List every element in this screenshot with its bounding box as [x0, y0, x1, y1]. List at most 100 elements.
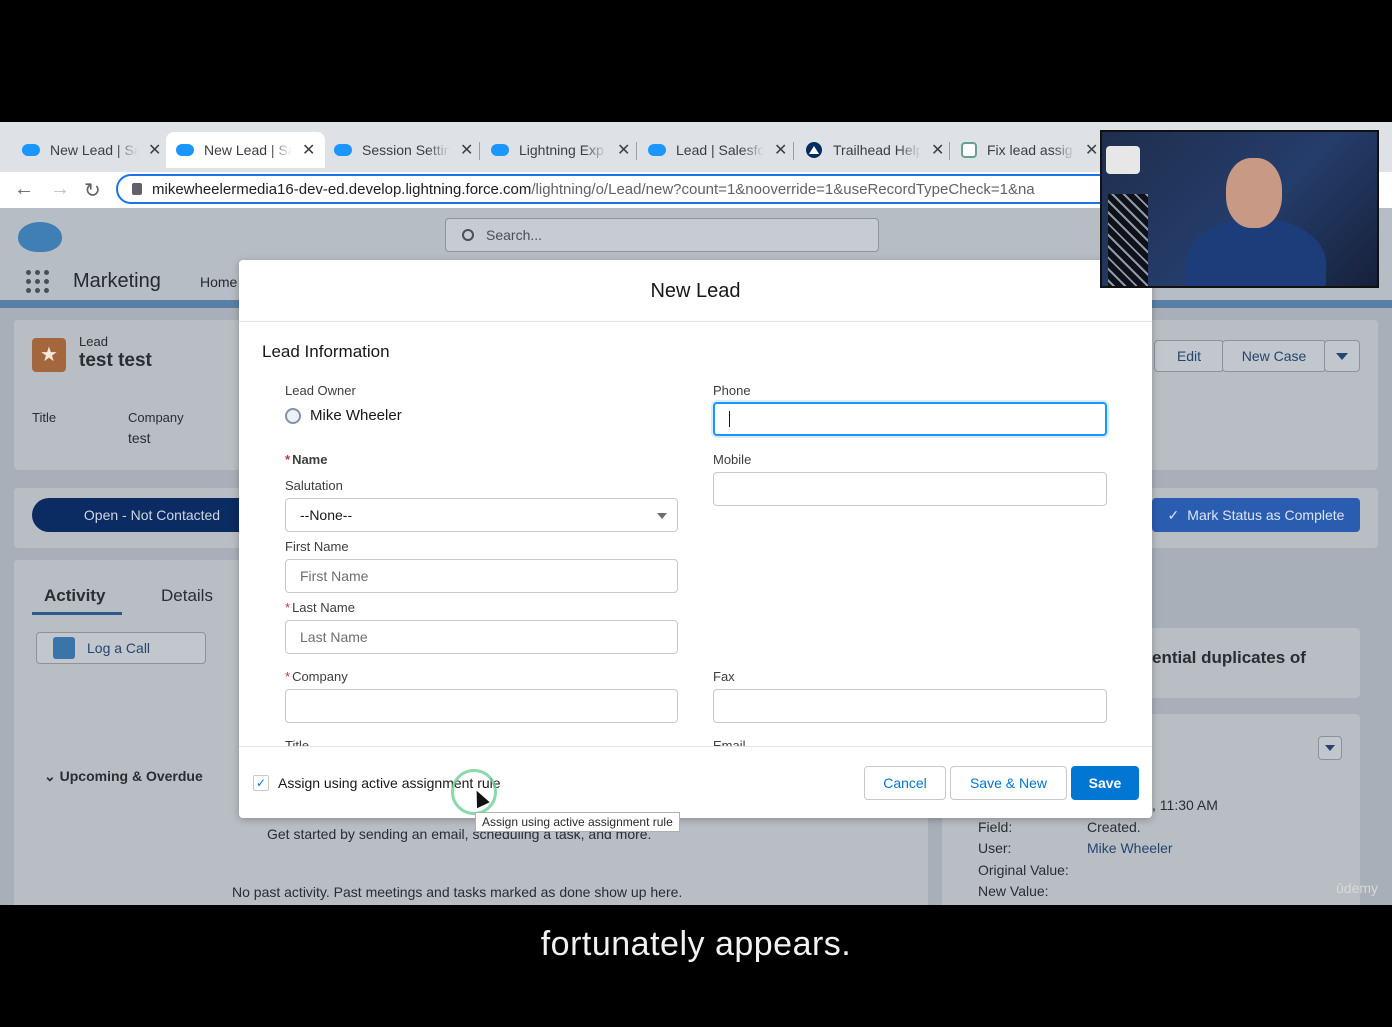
back-icon[interactable]: ←: [14, 178, 34, 201]
history-field-label: Field:: [978, 819, 1013, 835]
first-name-placeholder: First Name: [300, 568, 369, 584]
close-icon[interactable]: ✕: [148, 140, 161, 160]
save-and-new-button[interactable]: Save & New: [950, 766, 1067, 800]
browser-tab[interactable]: Fix lead assig ✕: [951, 132, 1108, 168]
history-menu-button[interactable]: [1318, 736, 1342, 760]
mobile-label: Mobile: [713, 452, 752, 467]
empty-past-text: No past activity. Past meetings and task…: [232, 884, 683, 900]
webcam-overlay: [1100, 130, 1379, 288]
tab-label: New Lead | Sa: [50, 142, 138, 158]
phone-label: Phone: [713, 383, 751, 398]
first-name-input[interactable]: First Name: [285, 559, 678, 593]
browser-tab[interactable]: New Lead | Sa ✕: [12, 132, 171, 168]
tab-divider: [793, 142, 794, 160]
history-orig-label: Original Value:: [978, 862, 1069, 878]
upcoming-label: Upcoming & Overdue: [59, 768, 203, 784]
phone-input[interactable]: [713, 402, 1107, 436]
tab-details[interactable]: Details: [161, 586, 213, 606]
log-call-label: Log a Call: [87, 640, 151, 656]
assign-rule-checkbox[interactable]: ✓: [253, 775, 269, 791]
last-name-input[interactable]: Last Name: [285, 620, 678, 654]
edit-button[interactable]: Edit: [1154, 340, 1224, 372]
chevron-down-icon: [1325, 745, 1335, 751]
active-tab-indicator: [32, 612, 122, 615]
tab-label: Lead | Salesfo: [676, 142, 764, 158]
tab-divider: [479, 142, 480, 160]
lamp-decor: [1108, 194, 1148, 286]
save-button[interactable]: Save: [1071, 766, 1139, 800]
field-company-value: test: [128, 430, 151, 446]
more-actions-button[interactable]: [1324, 340, 1360, 372]
tab-label: Lightning Exp: [519, 142, 604, 158]
presenter-body: [1186, 218, 1326, 286]
fax-input[interactable]: [713, 689, 1107, 723]
tab-activity[interactable]: Activity: [44, 586, 105, 606]
tab-label: New Lead | Sa: [204, 142, 292, 158]
search-placeholder: Search...: [486, 227, 543, 243]
browser-tab-active[interactable]: New Lead | Sa ✕: [166, 132, 326, 168]
log-call-button[interactable]: Log a Call: [36, 632, 206, 664]
first-name-label: First Name: [285, 539, 349, 554]
duplicates-text: ential duplicates of: [1152, 648, 1306, 667]
reload-icon[interactable]: ↻: [84, 178, 101, 203]
tab-label: Fix lead assig: [987, 142, 1073, 158]
salesforce-logo-icon: [18, 222, 62, 252]
mark-status-button[interactable]: ✓ Mark Status as Complete: [1152, 498, 1360, 532]
salesforce-icon: [176, 144, 194, 156]
app-name: Marketing: [73, 270, 161, 292]
subtitle-caption: fortunately appears.: [540, 925, 852, 963]
tab-label: Trailhead Help: [833, 142, 921, 158]
history-user-link[interactable]: Mike Wheeler: [1087, 840, 1173, 856]
url-host: mikewheelermedia16-dev-ed.develop.lightn…: [152, 180, 532, 198]
path-step-open[interactable]: Open - Not Contacted: [32, 498, 272, 532]
tab-label: Session Settin: [362, 142, 450, 158]
chevron-down-icon: [1336, 352, 1348, 360]
field-title-label: Title: [32, 410, 57, 425]
modal-footer: ✓ Assign using active assignment rule Ca…: [239, 746, 1152, 818]
cancel-button[interactable]: Cancel: [864, 766, 946, 800]
browser-tab[interactable]: Lightning Exp ✕: [481, 132, 640, 168]
record-name: test test: [79, 350, 152, 371]
tooltip: Assign using active assignment rule: [475, 812, 680, 832]
close-icon[interactable]: ✕: [774, 140, 787, 160]
video-frame: New Lead | Sa ✕ New Lead | Sa ✕ Session …: [0, 0, 1392, 1027]
trailhead-icon: [805, 141, 823, 159]
company-input[interactable]: [285, 689, 678, 723]
chevron-down-icon: [657, 513, 667, 519]
close-icon[interactable]: ✕: [931, 140, 944, 160]
close-icon[interactable]: ✕: [302, 140, 315, 160]
salesforce-icon: [22, 144, 40, 156]
close-icon[interactable]: ✕: [1085, 140, 1098, 160]
company-label: * Company: [285, 669, 348, 684]
salutation-select[interactable]: --None--: [285, 498, 678, 532]
check-icon: ✓: [1167, 506, 1180, 523]
upcoming-header[interactable]: ⌄ Upcoming & Overdue: [44, 768, 203, 785]
phone-icon: [53, 637, 75, 659]
browser-tab[interactable]: Session Settin ✕: [324, 132, 483, 168]
address-bar[interactable]: mikewheelermedia16-dev-ed.develop.lightn…: [116, 174, 1116, 204]
lead-icon: ★: [32, 338, 66, 372]
tab-divider: [636, 142, 637, 160]
salutation-value: --None--: [300, 507, 353, 523]
udemy-watermark: ûdemy: [1336, 880, 1379, 896]
mobile-input[interactable]: [713, 472, 1107, 506]
salutation-label: Salutation: [285, 478, 343, 493]
lead-owner-label: Lead Owner: [285, 383, 356, 398]
search-icon: [462, 229, 474, 241]
browser-tab[interactable]: Trailhead Help ✕: [795, 132, 954, 168]
browser-tab[interactable]: Lead | Salesfo ✕: [638, 132, 797, 168]
close-icon[interactable]: ✕: [460, 140, 473, 160]
app-launcher-icon[interactable]: [26, 270, 50, 294]
lead-owner-value: Mike Wheeler: [310, 407, 402, 424]
global-search[interactable]: Search...: [445, 218, 879, 252]
forward-icon[interactable]: →: [50, 178, 70, 201]
new-case-button[interactable]: New Case: [1222, 340, 1326, 372]
close-icon[interactable]: ✕: [617, 140, 630, 160]
lead-owner[interactable]: Mike Wheeler: [285, 407, 402, 424]
mark-status-label: Mark Status as Complete: [1187, 507, 1345, 523]
url-path: /lightning/o/Lead/new?count=1&nooverride…: [531, 180, 1035, 198]
fax-label: Fax: [713, 669, 735, 684]
section-title: Lead Information: [262, 342, 390, 361]
nav-item-home[interactable]: Home: [200, 274, 237, 290]
salesforce-icon: [648, 144, 666, 156]
